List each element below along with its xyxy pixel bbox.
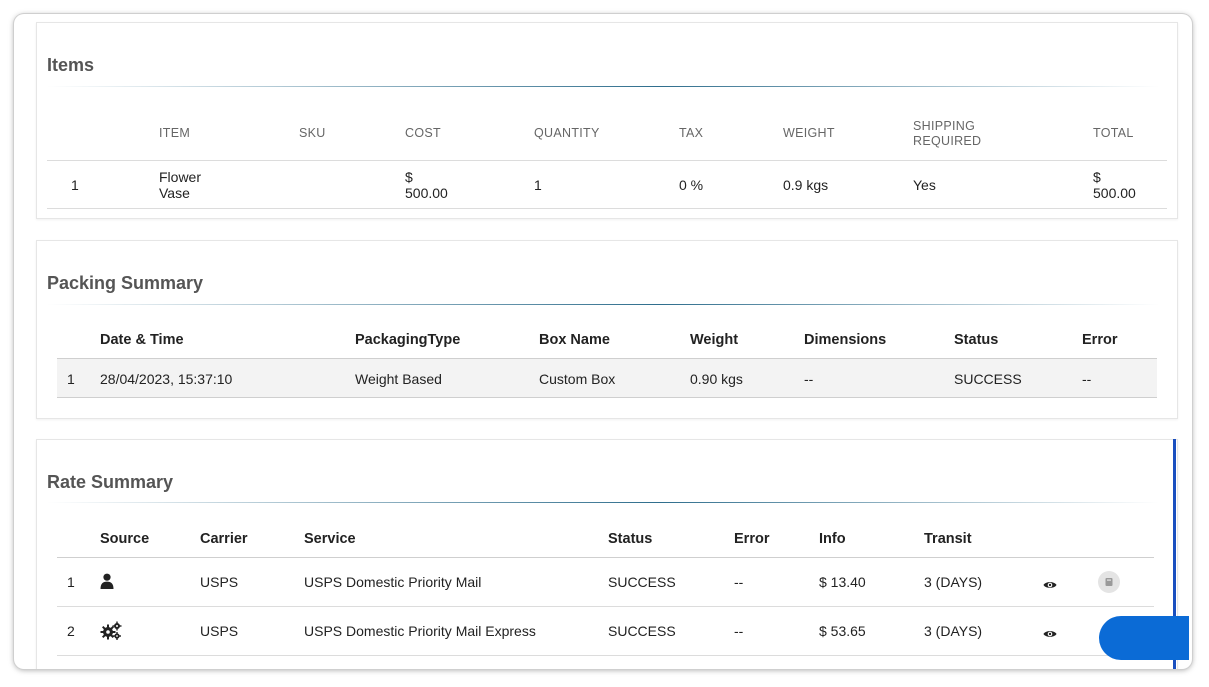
rate-row-1-status: SUCCESS: [608, 574, 676, 590]
rate-divider: [47, 502, 1159, 503]
items-header-shipping: SHIPPING: [913, 119, 976, 133]
chat-fab-button[interactable]: [1099, 616, 1189, 660]
packing-row-dimensions: --: [804, 371, 814, 387]
packing-row-box-name: Custom Box: [539, 371, 616, 387]
label-icon[interactable]: [1098, 571, 1120, 593]
packing-header-weight: Weight: [690, 332, 739, 348]
rate-card: Rate Summary Source Carrier Service Stat…: [36, 439, 1178, 669]
rate-header-source: Source: [100, 531, 150, 547]
packing-header-dimensions: Dimensions: [804, 332, 887, 348]
items-row-total-line2: 500.00: [1093, 185, 1136, 201]
packing-row-packaging-type: Weight Based: [355, 371, 442, 387]
rate-row-2-carrier: USPS: [200, 623, 239, 639]
packing-header-box-name: Box Name: [539, 332, 610, 348]
rate-row-1-error: --: [734, 574, 744, 590]
rate-row-2-index: 2: [67, 623, 75, 639]
user-icon: [100, 573, 114, 589]
items-header-cost: COST: [405, 126, 441, 140]
rate-title: Rate Summary: [47, 472, 174, 492]
items-header-quantity: QUANTITY: [534, 126, 600, 140]
items-row-cost-line1: $: [405, 169, 413, 185]
rate-row-1-info: $ 13.40: [819, 574, 866, 590]
rate-header-carrier: Carrier: [200, 531, 248, 547]
items-row-index: 1: [71, 177, 79, 193]
rate-header-info: Info: [819, 531, 846, 547]
packing-row-index: 1: [67, 371, 75, 387]
rate-header-status: Status: [608, 531, 653, 547]
packing-header-status: Status: [954, 332, 999, 348]
rate-header-service: Service: [304, 531, 356, 547]
rate-row-2-error: --: [734, 623, 744, 639]
items-header-sku: SKU: [299, 126, 326, 140]
items-card: Items ITEM SKU COST QUANTITY TAX WEIGHT …: [36, 22, 1178, 219]
items-row-quantity: 1: [534, 177, 542, 193]
rate-row-1-line: [57, 606, 1154, 607]
gears-icon: [100, 621, 122, 641]
rate-header-line: [57, 557, 1154, 558]
packing-card: Packing Summary Date & Time PackagingTyp…: [36, 240, 1178, 419]
packing-row-line: [57, 397, 1157, 398]
rate-row-1-carrier: USPS: [200, 574, 239, 590]
rate-row-2-transit: 3 (DAYS): [924, 623, 983, 639]
items-header-tax: TAX: [679, 126, 704, 140]
rate-row-1-transit: 3 (DAYS): [924, 574, 983, 590]
packing-header-datetime: Date & Time: [100, 332, 184, 348]
packing-header-packaging-type: PackagingType: [355, 332, 461, 348]
items-row-tax: 0 %: [679, 177, 704, 193]
packing-header-line: [57, 358, 1157, 359]
eye-icon[interactable]: [1043, 626, 1057, 637]
rate-row-2-line: [57, 655, 1154, 656]
rate-row-1-index: 1: [67, 574, 75, 590]
items-row-total-line1: $: [1093, 169, 1101, 185]
items-header-required: REQUIRED: [913, 134, 982, 148]
packing-title: Packing Summary: [47, 273, 204, 293]
items-divider: [47, 86, 1159, 87]
items-header-weight: WEIGHT: [783, 126, 835, 140]
items-header-total: TOTAL: [1093, 126, 1134, 140]
eye-icon[interactable]: [1043, 577, 1057, 588]
items-row-line: [47, 208, 1167, 209]
packing-divider: [47, 304, 1159, 305]
rate-row-2-service: USPS Domestic Priority Mail Express: [304, 623, 536, 639]
items-row-item-line1: Flower: [159, 169, 202, 185]
rate-row-2-info: $ 53.65: [819, 623, 866, 639]
items-row-item-line2: Vase: [159, 185, 190, 201]
rate-row-2-status: SUCCESS: [608, 623, 676, 639]
items-row-shipping: Yes: [913, 177, 936, 193]
packing-row-error: --: [1082, 371, 1092, 387]
items-row-weight: 0.9 kgs: [783, 177, 829, 193]
window-frame: Items ITEM SKU COST QUANTITY TAX WEIGHT …: [14, 14, 1192, 669]
packing-row-weight: 0.90 kgs: [690, 371, 743, 387]
items-header-line: [47, 160, 1167, 161]
packing-row-datetime: 28/04/2023, 15:37:10: [100, 371, 233, 387]
items-title: Items: [47, 55, 95, 75]
packing-row-status: SUCCESS: [954, 371, 1022, 387]
items-row-cost-line2: 500.00: [405, 185, 448, 201]
rate-header-transit: Transit: [924, 531, 972, 547]
rate-row-1-service: USPS Domestic Priority Mail: [304, 574, 482, 590]
packing-header-error: Error: [1082, 332, 1118, 348]
rate-header-error: Error: [734, 531, 770, 547]
items-header-item: ITEM: [159, 126, 191, 140]
